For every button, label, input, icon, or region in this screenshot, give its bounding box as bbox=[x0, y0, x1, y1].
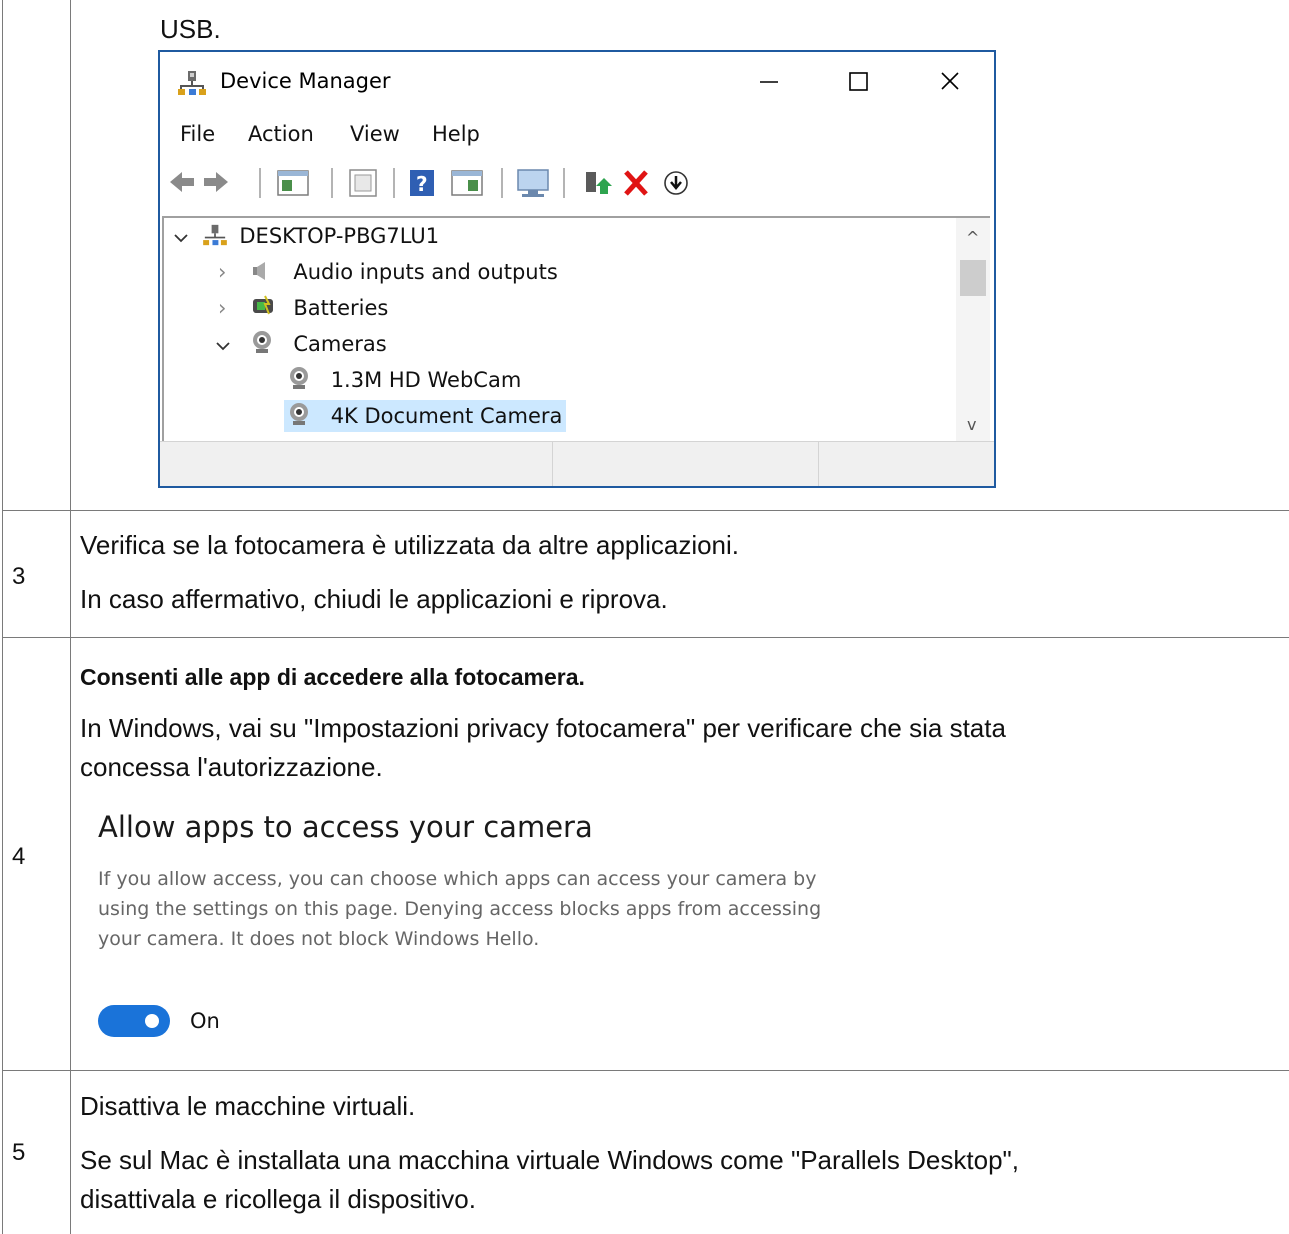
menu-action[interactable]: Action bbox=[248, 122, 314, 146]
status-bar bbox=[160, 441, 994, 486]
scan-hardware-icon[interactable] bbox=[517, 169, 549, 197]
status-divider bbox=[552, 442, 553, 486]
help-icon[interactable]: ? bbox=[410, 170, 434, 196]
usb-text: USB. bbox=[160, 14, 221, 44]
row-text: disattivala e ricollega il dispositivo. bbox=[80, 1184, 476, 1214]
device-manager-window: Device Manager File Action View Help ? D… bbox=[158, 50, 996, 488]
row-text: Disattiva le macchine virtuali. bbox=[80, 1091, 416, 1121]
tree-item-label: 4K Document Camera bbox=[330, 404, 563, 428]
settings-description: If you allow access, you can choose whic… bbox=[98, 868, 822, 950]
webcam-icon bbox=[288, 366, 324, 399]
menu-help[interactable]: Help bbox=[432, 122, 480, 146]
battery-icon bbox=[251, 294, 287, 327]
show-hide-console-tree-icon[interactable] bbox=[277, 170, 309, 196]
camera-access-toggle[interactable] bbox=[98, 1005, 170, 1037]
chevron-down-icon[interactable] bbox=[174, 220, 196, 252]
tree-item-label: Audio inputs and outputs bbox=[293, 260, 558, 284]
update-driver-icon[interactable] bbox=[586, 172, 612, 194]
minimize-button[interactable] bbox=[738, 62, 798, 102]
maximize-button[interactable] bbox=[828, 62, 888, 102]
webcam-icon bbox=[251, 330, 287, 363]
row-number: 4 bbox=[12, 843, 26, 870]
chevron-down-icon[interactable] bbox=[216, 328, 244, 360]
row-text: In caso affermativo, chiudi le applicazi… bbox=[80, 584, 668, 614]
table-left-border bbox=[2, 0, 3, 1234]
row-divider bbox=[2, 1070, 1289, 1071]
row-number: 3 bbox=[12, 563, 26, 590]
show-action-pane-icon[interactable] bbox=[451, 170, 483, 196]
tree-item-audio[interactable]: › Audio inputs and outputs bbox=[218, 256, 558, 288]
device-manager-icon bbox=[178, 70, 206, 100]
scroll-thumb[interactable] bbox=[960, 260, 986, 296]
menu-file[interactable]: File bbox=[180, 122, 215, 146]
window-title: Device Manager bbox=[220, 69, 391, 93]
toolbar: ? bbox=[168, 162, 988, 204]
scroll-down-button[interactable]: v bbox=[967, 415, 976, 434]
uninstall-device-icon[interactable] bbox=[624, 170, 648, 196]
tree-root-label: DESKTOP-PBG7LU1 bbox=[239, 224, 440, 248]
table-column-divider bbox=[70, 0, 71, 1234]
settings-title: Allow apps to access your camera bbox=[98, 810, 593, 844]
vertical-scrollbar[interactable]: ^ v bbox=[956, 218, 990, 442]
tree-item-webcam[interactable]: 1.3M HD WebCam bbox=[288, 364, 521, 396]
tree-item-batteries[interactable]: › Batteries bbox=[218, 292, 388, 324]
toggle-knob bbox=[145, 1014, 159, 1028]
row-heading: Consenti alle app di accedere alla fotoc… bbox=[80, 664, 585, 690]
title-bar: Device Manager bbox=[160, 52, 994, 114]
tree-root[interactable]: DESKTOP-PBG7LU1 bbox=[174, 220, 439, 252]
menu-view[interactable]: View bbox=[350, 122, 400, 146]
tree-item-label: Batteries bbox=[293, 296, 389, 320]
scroll-up-button[interactable]: ^ bbox=[966, 228, 979, 247]
tree-item-document-camera[interactable]: 4K Document Camera bbox=[284, 400, 567, 435]
toggle-state-label: On bbox=[190, 1009, 220, 1033]
tree-item-cameras[interactable]: Cameras bbox=[216, 328, 387, 360]
back-arrow-icon[interactable] bbox=[170, 172, 194, 192]
row-number: 5 bbox=[12, 1139, 26, 1166]
chevron-right-icon[interactable]: › bbox=[218, 292, 244, 324]
device-tree: DESKTOP-PBG7LU1 › Audio inputs and outpu… bbox=[162, 216, 990, 442]
tree-item-label: 1.3M HD WebCam bbox=[330, 368, 522, 392]
status-divider bbox=[818, 442, 819, 486]
row-divider bbox=[2, 510, 1289, 511]
chevron-right-icon[interactable]: › bbox=[218, 256, 244, 288]
properties-icon[interactable] bbox=[349, 169, 377, 197]
row-divider bbox=[2, 637, 1289, 638]
webcam-icon bbox=[288, 402, 324, 435]
svg-text:?: ? bbox=[416, 172, 428, 196]
forward-arrow-icon[interactable] bbox=[204, 172, 228, 192]
computer-icon bbox=[202, 223, 233, 255]
row-text: In Windows, vai su "Impostazioni privacy… bbox=[80, 713, 1006, 743]
close-button[interactable] bbox=[920, 62, 980, 102]
speaker-icon bbox=[251, 259, 287, 291]
row-text: Verifica se la fotocamera è utilizzata d… bbox=[80, 530, 740, 560]
row-text: concessa l'autorizzazione. bbox=[80, 752, 383, 782]
tree-item-label: Cameras bbox=[293, 332, 387, 356]
disable-device-icon[interactable] bbox=[664, 171, 688, 195]
row-text: Se sul Mac è installata una macchina vir… bbox=[80, 1145, 1019, 1175]
